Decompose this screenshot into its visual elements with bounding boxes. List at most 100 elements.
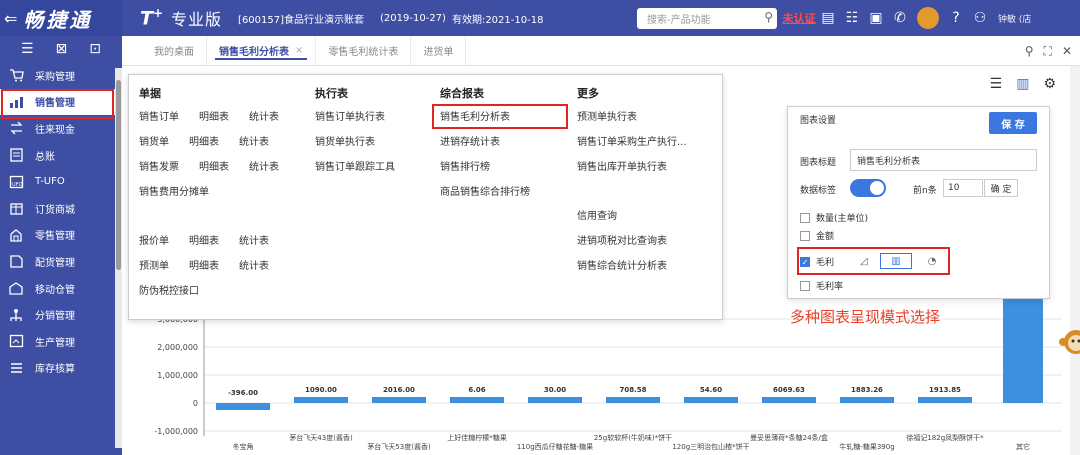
- chart-title-input[interactable]: 销售毛利分析表: [850, 149, 1037, 171]
- back-icon[interactable]: ⇐: [4, 9, 17, 28]
- header-icons: 未认证 ▤ ☷ ▣ ✆ ? ⚇ 钟敏 (店: [782, 0, 1031, 36]
- account-label[interactable]: [600157]食品行业演示账套: [238, 11, 364, 26]
- bar[interactable]: [606, 397, 660, 403]
- menu-item[interactable]: 进销存统计表: [440, 128, 550, 153]
- bar[interactable]: [840, 397, 894, 403]
- menu-item[interactable]: 防伪税控接口: [139, 282, 199, 297]
- sidebar-item-11[interactable]: 生产管理: [0, 328, 122, 355]
- menu-item-label: 销售订单执行表: [315, 112, 385, 123]
- menu-item[interactable]: 明细表: [189, 133, 219, 148]
- pie-chart-icon[interactable]: ◔: [924, 253, 940, 269]
- scrollbar-thumb[interactable]: [116, 80, 121, 270]
- bar[interactable]: [684, 397, 738, 403]
- menu-item[interactable]: 销售出库开单执行表: [577, 153, 707, 178]
- menu-item[interactable]: 销售排行榜: [440, 153, 550, 178]
- sidebar-item-8[interactable]: 配货管理: [0, 248, 122, 275]
- mascot-icon[interactable]: [917, 7, 939, 29]
- bar[interactable]: [216, 403, 270, 410]
- monitor-icon[interactable]: ▣: [864, 10, 888, 26]
- sidebar-item-9[interactable]: 移动仓管: [0, 275, 122, 302]
- menu-item[interactable]: 报价单: [139, 232, 169, 247]
- option-checkbox-2[interactable]: 金额: [800, 229, 834, 242]
- option-label: 数量(主单位): [816, 214, 869, 224]
- menu-item[interactable]: 销售订单采购生产执行...: [577, 128, 707, 153]
- menu-item[interactable]: 销售综合统计分析表: [577, 252, 707, 277]
- mascot-icon[interactable]: [1054, 326, 1080, 368]
- search-icon[interactable]: ⚲: [764, 10, 773, 24]
- menu-item[interactable]: 统计表: [239, 232, 269, 247]
- bar[interactable]: [294, 397, 348, 403]
- menu-item[interactable]: 销售费用分摊单: [139, 183, 209, 198]
- menu-item[interactable]: 销售订单: [139, 108, 179, 123]
- settings-gear-icon[interactable]: ⚙: [1043, 76, 1056, 92]
- tab-3[interactable]: 零售毛利统计表: [316, 35, 412, 66]
- menu-item[interactable]: 明细表: [199, 158, 229, 173]
- sidebar-item-2[interactable]: 销售管理: [0, 88, 122, 119]
- tab-2[interactable]: 销售毛利分析表 ×: [207, 35, 317, 66]
- search-input[interactable]: 搜索-产品功能 ⚲: [637, 8, 777, 29]
- bar-chart-icon[interactable]: ▥: [1016, 76, 1029, 92]
- option-checkbox-1[interactable]: 数量(主单位): [800, 211, 868, 224]
- menu-item[interactable]: 销售发票: [139, 158, 179, 173]
- sidebar-item-3[interactable]: 往来现金: [0, 115, 122, 142]
- menu-icon[interactable]: ☰: [21, 41, 34, 57]
- sidebar-item-4[interactable]: 总账: [0, 142, 122, 169]
- sidebar-item-5[interactable]: UFO T-UFO: [0, 168, 122, 195]
- menu-item[interactable]: 统计表: [249, 158, 279, 173]
- bar[interactable]: [528, 397, 582, 403]
- sidebar-item-7[interactable]: 零售管理: [0, 222, 122, 249]
- phone-icon[interactable]: ✆: [888, 10, 912, 26]
- save-button[interactable]: 保 存: [989, 112, 1037, 134]
- tab-4[interactable]: 进货单: [411, 35, 467, 66]
- menu-item[interactable]: 销售订单跟踪工具: [315, 153, 415, 178]
- menu-item[interactable]: 明细表: [189, 232, 219, 247]
- grid-icon[interactable]: ⊠: [56, 41, 68, 57]
- menu-item[interactable]: 明细表: [189, 257, 219, 272]
- sidebar-scrollbar[interactable]: [115, 68, 122, 448]
- search-icon[interactable]: ⚲: [1025, 44, 1034, 58]
- checkbox-icon[interactable]: [800, 212, 810, 223]
- close-icon[interactable]: ✕: [1062, 44, 1072, 58]
- list-icon[interactable]: ☷: [840, 10, 864, 26]
- bar[interactable]: [372, 397, 426, 403]
- user-icon[interactable]: ⚇: [968, 10, 992, 26]
- checkbox-icon[interactable]: [800, 230, 810, 241]
- menu-item[interactable]: 进销项税对比查询表: [577, 227, 707, 252]
- pin-icon[interactable]: ⊡: [89, 41, 101, 57]
- bar[interactable]: [918, 397, 972, 403]
- bar[interactable]: [762, 397, 816, 403]
- document-icon[interactable]: ▤: [816, 10, 840, 26]
- user-name[interactable]: 钟敏 (店: [998, 12, 1031, 25]
- data-label-toggle[interactable]: [850, 179, 886, 197]
- menu-item[interactable]: 预测单: [139, 257, 169, 272]
- confirm-button[interactable]: 确 定: [984, 179, 1018, 197]
- fullscreen-icon[interactable]: ⛶: [1044, 44, 1052, 59]
- sidebar-item-6[interactable]: 订货商城: [0, 195, 122, 222]
- help-icon[interactable]: ?: [944, 10, 968, 26]
- menu-item[interactable]: 商品销售综合排行榜: [440, 178, 550, 203]
- tab-1[interactable]: 我的桌面: [142, 35, 207, 66]
- menu-item[interactable]: 统计表: [239, 257, 269, 272]
- option-checkbox-4[interactable]: 毛利率: [800, 279, 843, 292]
- menu-item[interactable]: 统计表: [249, 108, 279, 123]
- bar[interactable]: [450, 397, 504, 403]
- menu-item[interactable]: 明细表: [199, 108, 229, 123]
- menu-item[interactable]: 统计表: [239, 133, 269, 148]
- menu-item[interactable]: 信用查询: [577, 202, 707, 227]
- checkbox-icon[interactable]: [800, 280, 810, 291]
- menu-item[interactable]: 销售毛利分析表: [432, 103, 568, 129]
- tab-close-icon[interactable]: ×: [295, 45, 303, 56]
- area-chart-icon[interactable]: ◿: [856, 253, 872, 269]
- list-view-icon[interactable]: ☰: [990, 76, 1003, 92]
- content-scrollbar[interactable]: [1070, 66, 1080, 455]
- sidebar-item-10[interactable]: 分销管理: [0, 301, 122, 328]
- sidebar-item-1[interactable]: 采购管理: [0, 62, 122, 89]
- sidebar-item-12[interactable]: 库存核算: [0, 355, 122, 382]
- menu-item[interactable]: 预测单执行表: [577, 103, 707, 128]
- verify-link[interactable]: 未认证: [782, 10, 816, 26]
- menu-item[interactable]: 销货单执行表: [315, 128, 415, 153]
- bar-chart-mode-icon[interactable]: ▥: [880, 253, 912, 269]
- top-n-input[interactable]: 10: [943, 179, 983, 197]
- menu-item[interactable]: 销货单: [139, 133, 169, 148]
- menu-item[interactable]: 销售订单执行表: [315, 103, 415, 128]
